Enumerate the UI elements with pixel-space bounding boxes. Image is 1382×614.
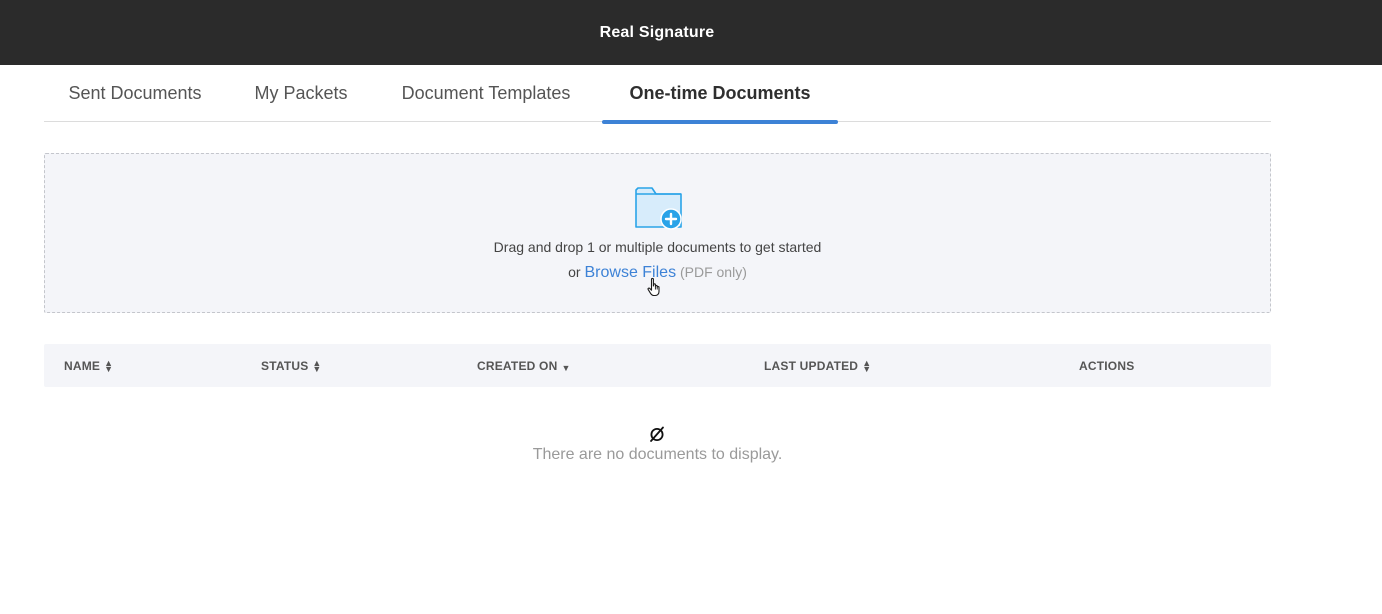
column-header-name-label: NAME <box>64 358 101 373</box>
column-header-created-on[interactable]: CREATED ON ▼ <box>477 344 571 387</box>
tab-bar: Sent Documents My Packets Document Templ… <box>44 65 1271 124</box>
dropzone-or-text: or <box>568 264 581 280</box>
column-header-last-updated-label: LAST UPDATED <box>764 358 859 373</box>
tab-one-time-documents[interactable]: One-time Documents <box>602 65 838 124</box>
tab-document-templates[interactable]: Document Templates <box>385 65 587 122</box>
pdf-only-hint: (PDF only) <box>679 264 747 280</box>
empty-set-icon <box>650 426 664 442</box>
dropzone-instruction: Drag and drop 1 or multiple documents to… <box>493 239 822 255</box>
top-bar: Real Signature <box>0 0 1382 65</box>
sort-both-icon: ▲ ▼ <box>104 357 114 374</box>
column-header-name[interactable]: NAME ▲ ▼ <box>64 344 113 387</box>
column-header-actions-label: ACTIONS <box>1079 358 1135 373</box>
sort-both-icon: ▲ ▼ <box>312 357 322 374</box>
sort-desc-icon: ▼ <box>561 362 571 373</box>
column-header-status-label: STATUS <box>261 358 309 373</box>
empty-state-message: There are no documents to display. <box>532 446 783 463</box>
column-header-created-on-label: CREATED ON <box>477 358 558 373</box>
app-title: Real Signature <box>599 23 715 41</box>
file-dropzone[interactable]: Drag and drop 1 or multiple documents to… <box>44 153 1271 313</box>
column-header-status[interactable]: STATUS ▲ ▼ <box>261 344 322 387</box>
column-header-last-updated[interactable]: LAST UPDATED ▲ ▼ <box>764 344 871 387</box>
tab-sent-documents[interactable]: Sent Documents <box>44 65 226 122</box>
tab-my-packets[interactable]: My Packets <box>241 65 361 122</box>
documents-table-header: NAME ▲ ▼ STATUS ▲ ▼ CREATED ON ▼ LAST UPDA… <box>44 344 1271 387</box>
column-header-actions: ACTIONS <box>1079 344 1134 387</box>
folder-plus-icon <box>635 187 682 230</box>
sort-both-icon: ▲ ▼ <box>862 357 872 374</box>
hand-cursor-icon <box>647 277 660 297</box>
